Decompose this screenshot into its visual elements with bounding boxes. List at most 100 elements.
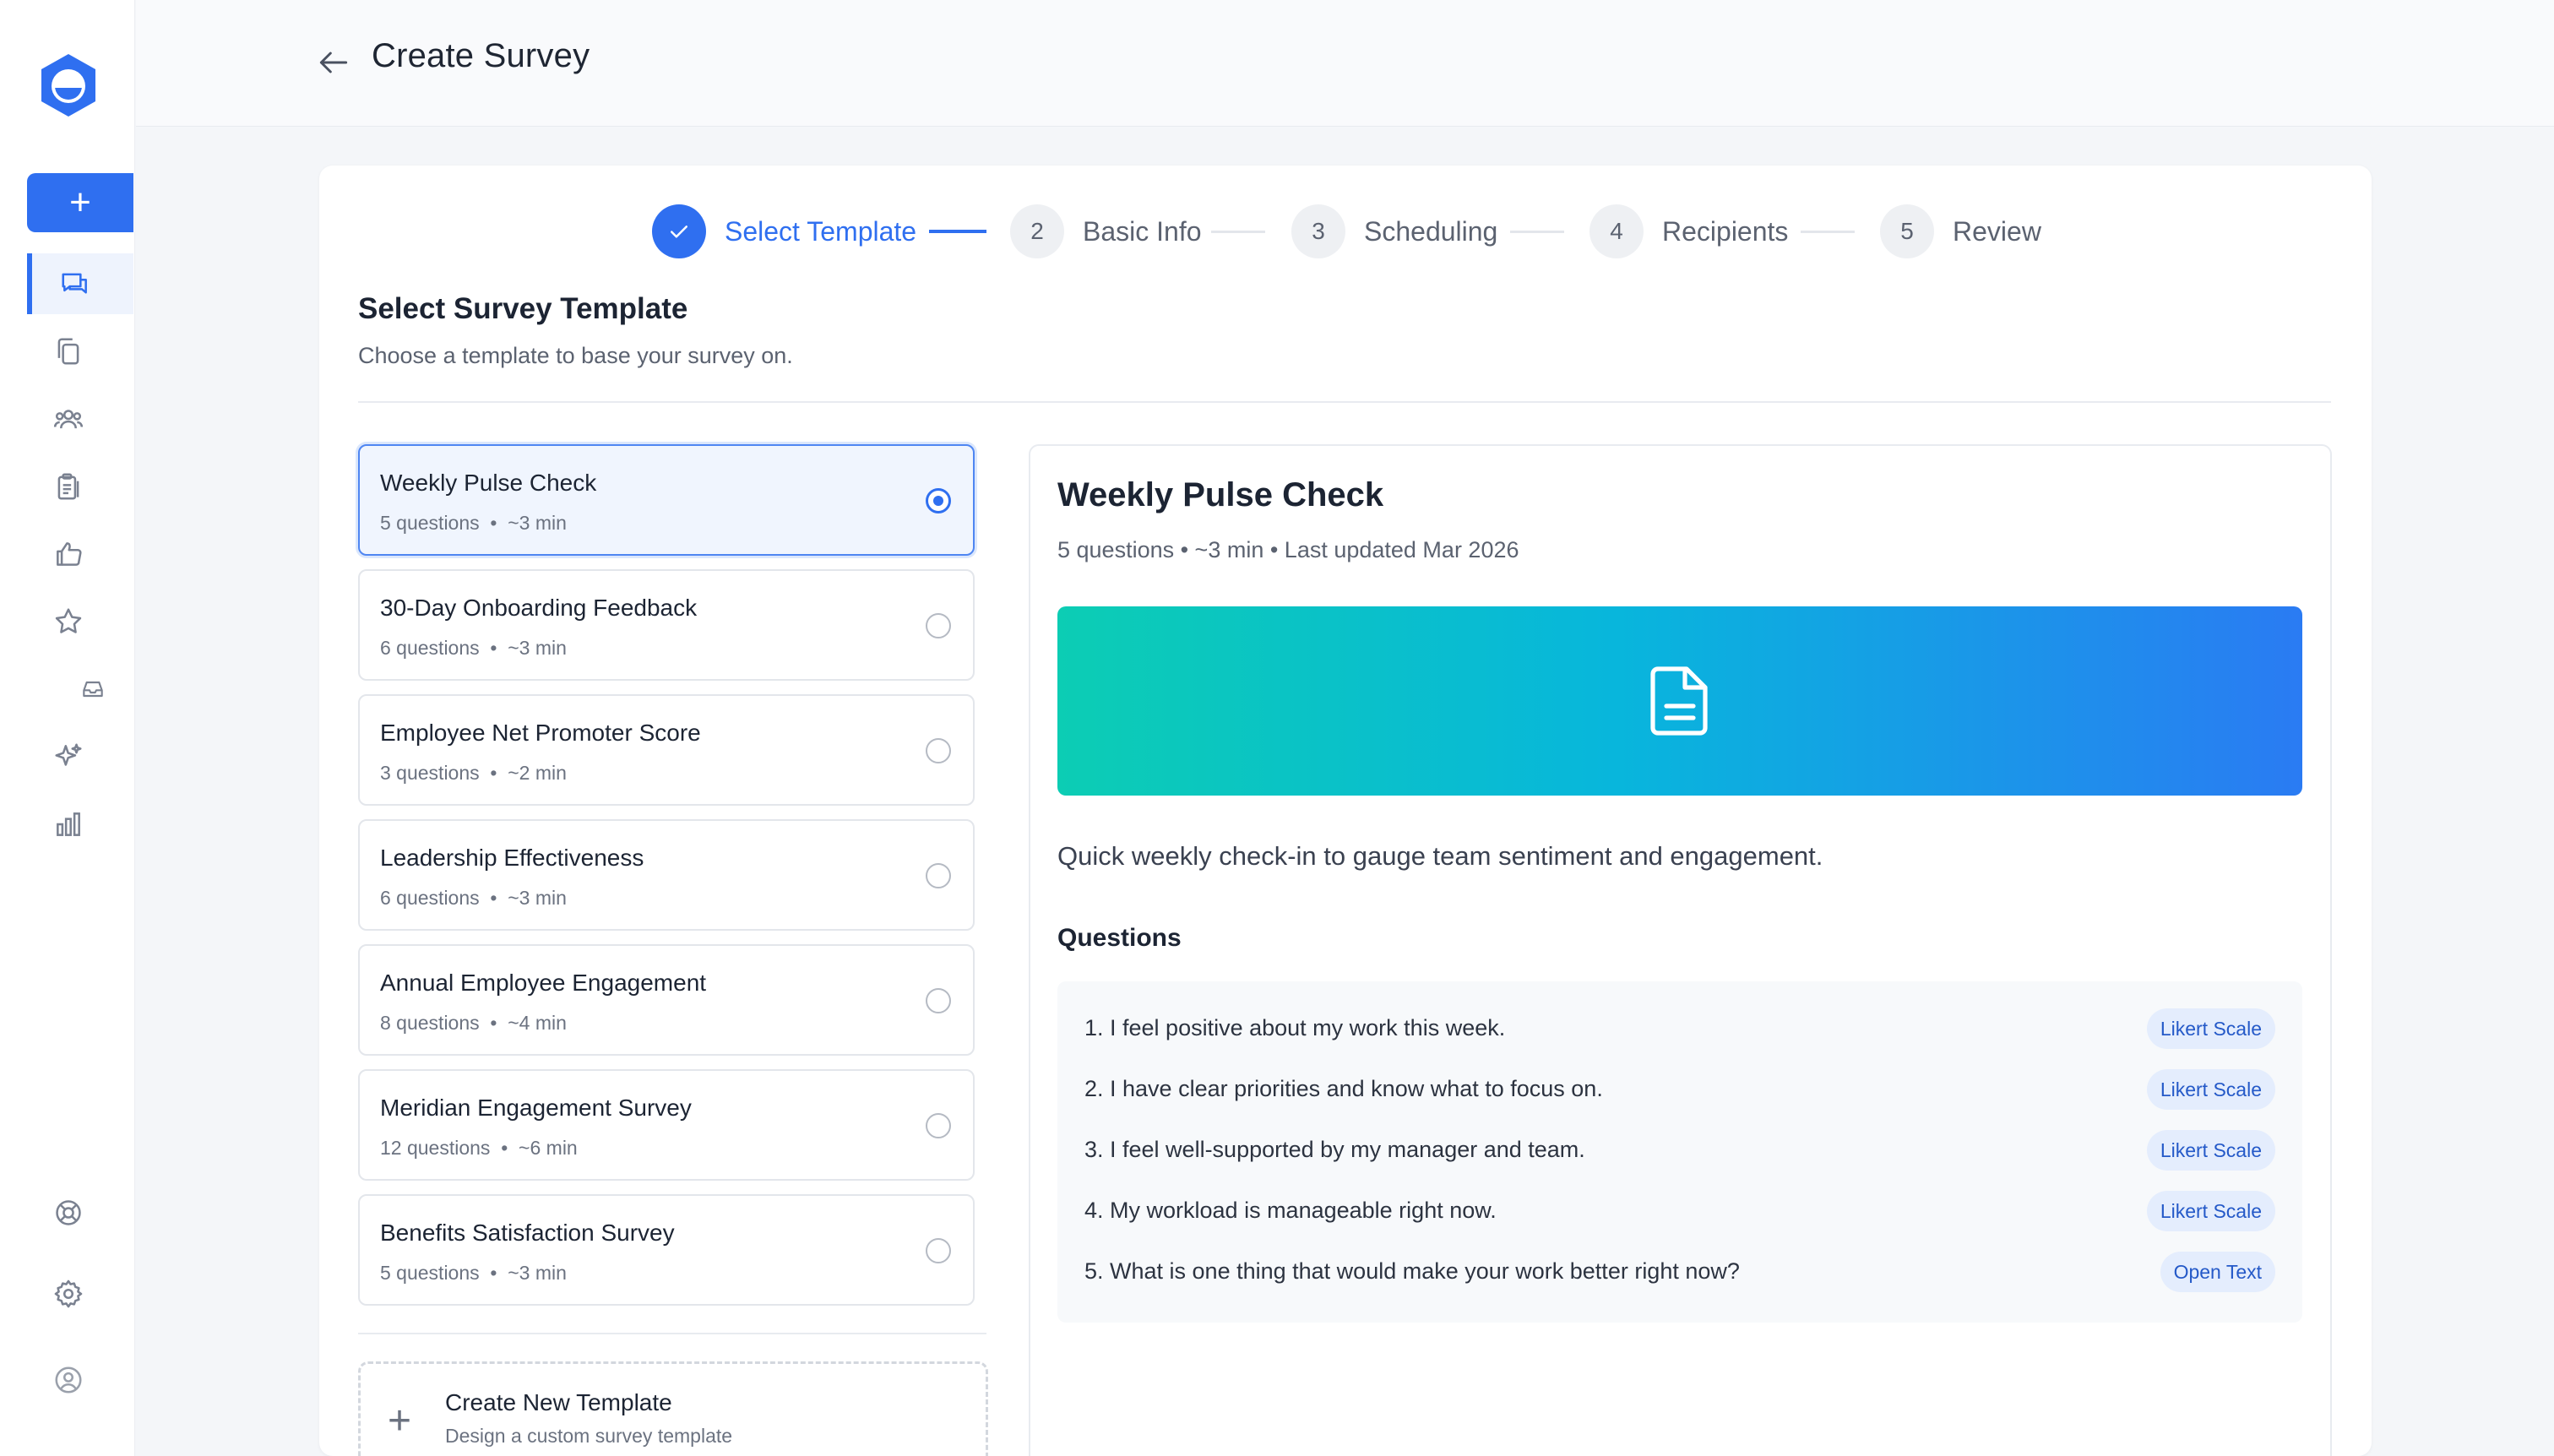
step-number: 4 xyxy=(1589,204,1644,258)
template-meta: 5 questions • ~3 min xyxy=(380,1262,567,1284)
template-meta: 6 questions • ~3 min xyxy=(380,887,567,909)
sidebar-item-surveys[interactable] xyxy=(27,253,133,314)
template-radio[interactable] xyxy=(926,613,951,638)
question-text: 5. What is one thing that would make you… xyxy=(1084,1258,1740,1284)
back-arrow-icon[interactable] xyxy=(315,44,352,81)
step-connector xyxy=(929,230,986,233)
template-name: Benefits Satisfaction Survey xyxy=(380,1220,675,1246)
template-preview: Weekly Pulse Check 5 questions • ~3 min … xyxy=(1029,444,2332,1456)
copy-icon xyxy=(57,338,79,365)
inbox-icon xyxy=(83,681,103,698)
bar-chart-icon xyxy=(57,812,80,836)
sidebar-item-settings[interactable] xyxy=(27,1263,133,1324)
template-meta: 12 questions • ~6 min xyxy=(380,1137,578,1159)
list-divider xyxy=(358,1333,986,1334)
section-title: Select Survey Template xyxy=(358,292,688,325)
star-icon xyxy=(55,608,82,633)
chat-bubbles-icon xyxy=(62,273,87,294)
question-type-badge: Likert Scale xyxy=(2146,1008,2275,1049)
template-radio[interactable] xyxy=(926,738,951,763)
step-connector xyxy=(1801,231,1855,233)
template-radio-selected[interactable] xyxy=(926,488,951,513)
template-option[interactable]: Benefits Satisfaction Survey 5 questions… xyxy=(358,1194,975,1306)
sidebar: + xyxy=(0,0,135,1456)
sidebar-item-reports[interactable] xyxy=(27,456,133,517)
clipboard-icon xyxy=(57,473,79,500)
sidebar-item-help[interactable] xyxy=(27,1182,133,1243)
question-row: 2. I have clear priorities and know what… xyxy=(1084,1066,2275,1113)
question-text: 2. I have clear priorities and know what… xyxy=(1084,1076,1603,1101)
template-option[interactable]: Meridian Engagement Survey 12 questions … xyxy=(358,1069,975,1181)
template-radio[interactable] xyxy=(926,1113,951,1138)
new-survey-button[interactable]: + xyxy=(27,173,133,232)
template-name: Annual Employee Engagement xyxy=(380,970,707,996)
template-meta: 5 questions • ~3 min xyxy=(380,512,567,534)
sidebar-item-recognition[interactable] xyxy=(27,524,133,584)
step-number: 5 xyxy=(1880,204,1934,258)
template-list: Weekly Pulse Check 5 questions • ~3 min … xyxy=(358,444,975,1319)
preview-banner xyxy=(1057,606,2302,796)
template-radio[interactable] xyxy=(926,1238,951,1263)
question-row: 5. What is one thing that would make you… xyxy=(1084,1248,2275,1296)
question-row: 3. I feel well-supported by my manager a… xyxy=(1084,1127,2275,1174)
step-recipients[interactable]: 4 Recipients xyxy=(1589,203,1788,260)
section-divider xyxy=(358,401,2331,403)
template-radio[interactable] xyxy=(926,988,951,1013)
sidebar-item-people[interactable] xyxy=(27,388,133,449)
preview-meta: 5 questions • ~3 min • Last updated Mar … xyxy=(1057,537,1519,562)
step-connector xyxy=(1510,231,1564,233)
preview-description: Quick weekly check-in to gauge team sent… xyxy=(1057,841,1823,871)
page-header: Create Survey xyxy=(136,0,2554,127)
step-connector xyxy=(1211,231,1265,233)
template-meta: 3 questions • ~2 min xyxy=(380,762,567,784)
preview-title: Weekly Pulse Check xyxy=(1057,476,1384,513)
sidebar-item-inbox[interactable] xyxy=(27,659,133,720)
template-option[interactable]: Leadership Effectiveness 6 questions • ~… xyxy=(358,819,975,931)
question-row: 4. My workload is manageable right now. … xyxy=(1084,1187,2275,1235)
create-survey-card: Select Template 2 Basic Info 3 Schedulin… xyxy=(319,166,2372,1456)
step-scheduling[interactable]: 3 Scheduling xyxy=(1291,203,1497,260)
template-option[interactable]: 30-Day Onboarding Feedback 6 questions •… xyxy=(358,569,975,681)
step-select-template[interactable]: Select Template xyxy=(652,203,916,260)
sidebar-item-ai[interactable] xyxy=(27,726,133,787)
step-number: 3 xyxy=(1291,204,1345,258)
page-title: Create Survey xyxy=(372,37,590,74)
questions-list: 1. I feel positive about my work this we… xyxy=(1057,981,2302,1323)
step-review[interactable]: 5 Review xyxy=(1880,203,2041,260)
sidebar-item-documents[interactable] xyxy=(27,321,133,382)
app-logo-icon[interactable] xyxy=(39,52,98,118)
question-text: 1. I feel positive about my work this we… xyxy=(1084,1015,1506,1040)
question-type-badge: Likert Scale xyxy=(2146,1191,2275,1231)
template-meta: 6 questions • ~3 min xyxy=(380,637,567,659)
sidebar-item-profile[interactable] xyxy=(27,1350,133,1410)
sparkles-icon xyxy=(55,743,82,766)
section-subtitle: Choose a template to base your survey on… xyxy=(358,343,793,368)
step-number: 2 xyxy=(1010,204,1064,258)
question-text: 3. I feel well-supported by my manager a… xyxy=(1084,1137,1585,1162)
step-label: Select Template xyxy=(725,215,917,247)
template-option[interactable]: Weekly Pulse Check 5 questions • ~3 min xyxy=(358,444,975,556)
document-icon xyxy=(1650,666,1708,736)
create-template-sublabel: Design a custom survey template xyxy=(445,1425,733,1447)
question-type-badge: Likert Scale xyxy=(2146,1130,2275,1171)
gear-icon xyxy=(54,1279,83,1308)
user-circle-icon xyxy=(55,1366,82,1394)
sidebar-item-analytics[interactable] xyxy=(27,794,133,855)
question-type-badge: Likert Scale xyxy=(2146,1069,2275,1110)
step-basic-info[interactable]: 2 Basic Info xyxy=(1010,203,1202,260)
template-name: Leadership Effectiveness xyxy=(380,845,644,871)
template-radio[interactable] xyxy=(926,863,951,888)
wizard-stepper: Select Template 2 Basic Info 3 Schedulin… xyxy=(319,203,2372,260)
template-option[interactable]: Employee Net Promoter Score 3 questions … xyxy=(358,694,975,806)
template-name: Employee Net Promoter Score xyxy=(380,720,701,746)
create-template-button[interactable]: + Create New Template Design a custom su… xyxy=(358,1361,988,1456)
template-name: Weekly Pulse Check xyxy=(380,470,597,496)
question-text: 4. My workload is manageable right now. xyxy=(1084,1198,1497,1223)
create-template-label: Create New Template xyxy=(445,1389,672,1415)
sidebar-item-favorites[interactable] xyxy=(27,591,133,652)
template-option[interactable]: Annual Employee Engagement 8 questions •… xyxy=(358,944,975,1056)
app-root: + Create Survey Select Template 2 Basic … xyxy=(0,0,2554,1456)
step-label: Review xyxy=(1953,215,2041,247)
template-name: 30-Day Onboarding Feedback xyxy=(380,595,698,621)
questions-heading: Questions xyxy=(1057,924,1182,952)
